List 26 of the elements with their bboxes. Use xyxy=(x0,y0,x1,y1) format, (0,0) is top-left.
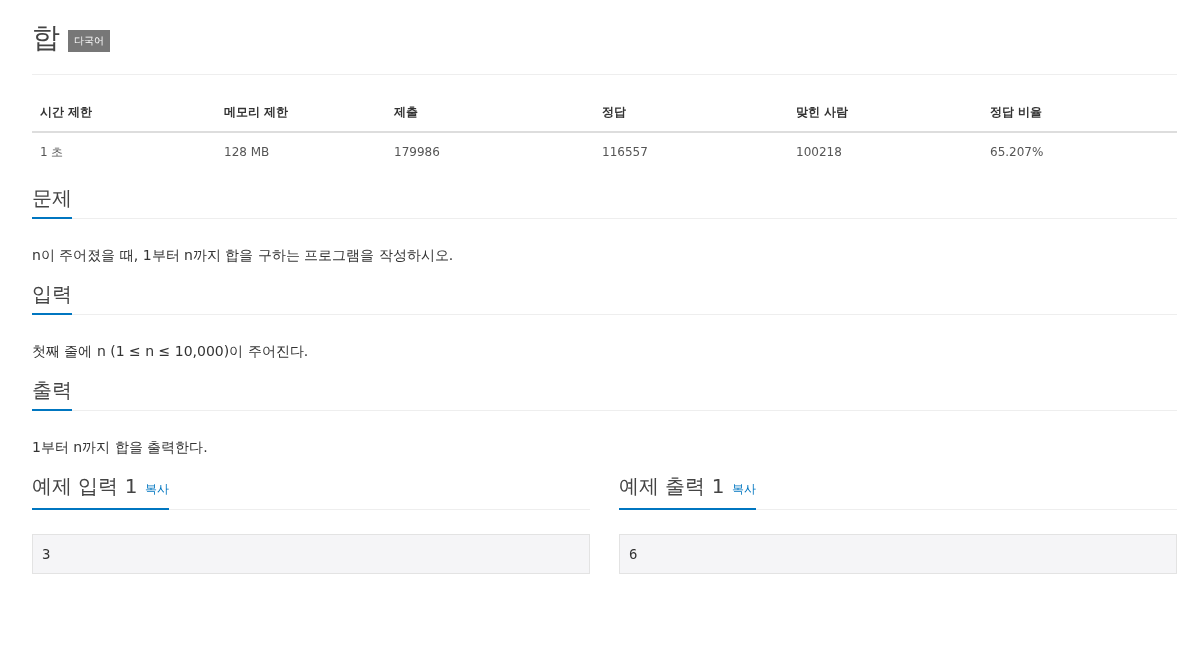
section-text: 첫째 줄에 n (1 ≤ n ≤ 10,000)이 주어진다. xyxy=(32,343,310,361)
sample-box: 3 xyxy=(32,534,590,574)
section-heading: 문제 xyxy=(32,185,72,219)
column-header: 시간 제한 xyxy=(40,103,94,121)
column-header: 정답 xyxy=(602,103,627,121)
copy-link[interactable]: 복사 xyxy=(145,476,170,502)
column-header: 맞힌 사람 xyxy=(796,103,850,121)
copy-link[interactable]: 복사 xyxy=(732,476,757,502)
table-cell-text: 65.207% xyxy=(990,145,1045,159)
table-cell-text: 116557 xyxy=(602,145,649,159)
table-cell-text: 128 MB xyxy=(224,145,271,159)
table-cell-text: 1 초 xyxy=(40,143,65,161)
table-cell-text: 100218 xyxy=(796,145,843,159)
section-text: n이 주어졌을 때, 1부터 n까지 합을 구하는 프로그램을 작성하시오. xyxy=(32,247,455,265)
section-heading: 입력 xyxy=(32,281,72,315)
column-header: 메모리 제한 xyxy=(224,103,290,121)
problem-title: 합 xyxy=(32,20,60,56)
language-badge: 다국어 xyxy=(68,30,110,52)
column-header: 제출 xyxy=(394,103,419,121)
sample-heading: 예제 출력 1 xyxy=(619,473,725,499)
sample-box: 6 xyxy=(619,534,1177,574)
section-text: 1부터 n까지 합을 출력한다. xyxy=(32,439,209,457)
table-cell-text: 179986 xyxy=(394,145,441,159)
column-header: 정답 비율 xyxy=(990,103,1044,121)
section-heading: 출력 xyxy=(32,377,72,411)
sample-heading: 예제 입력 1 xyxy=(32,473,138,499)
